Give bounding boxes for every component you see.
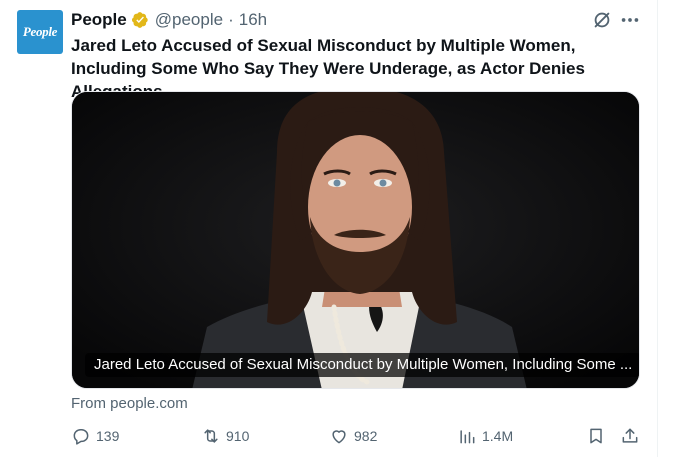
share-button[interactable] (620, 424, 645, 448)
share-icon (622, 428, 638, 443)
link-card[interactable]: Jared Leto Accused of Sexual Misconduct … (71, 91, 640, 389)
like-icon (332, 430, 346, 444)
like-count: 982 (354, 428, 378, 444)
grok-icon[interactable] (591, 9, 613, 31)
card-caption: Jared Leto Accused of Sexual Misconduct … (85, 353, 639, 377)
repost-icon (204, 429, 218, 443)
bookmark-icon (590, 428, 602, 444)
reply-count: 139 (96, 428, 120, 444)
action-bar: 139 910 982 1.4M (71, 424, 646, 448)
avatar-logo-text: People (22, 24, 58, 39)
views-icon (460, 430, 475, 444)
avatar[interactable]: People (17, 10, 63, 54)
verified-badge-icon[interactable] (131, 11, 149, 29)
timestamp[interactable]: 16h (239, 10, 267, 30)
views-button[interactable]: 1.4M (457, 424, 513, 448)
card-source[interactable]: From people.com (71, 395, 188, 412)
repost-button[interactable]: 910 (201, 424, 249, 448)
separator-dot: · (228, 10, 234, 29)
bookmark-button[interactable] (586, 424, 611, 448)
reply-icon (73, 429, 89, 445)
repost-count: 910 (226, 428, 250, 444)
author-handle[interactable]: @people (155, 10, 223, 30)
like-button[interactable]: 982 (329, 424, 377, 448)
timeline-divider (657, 0, 658, 457)
reply-button[interactable]: 139 (71, 424, 119, 448)
tweet-header: People @people · 16h (71, 9, 267, 31)
more-icon[interactable] (619, 9, 641, 31)
card-image (72, 92, 639, 388)
author-name[interactable]: People (71, 10, 127, 30)
views-count: 1.4M (482, 428, 514, 444)
